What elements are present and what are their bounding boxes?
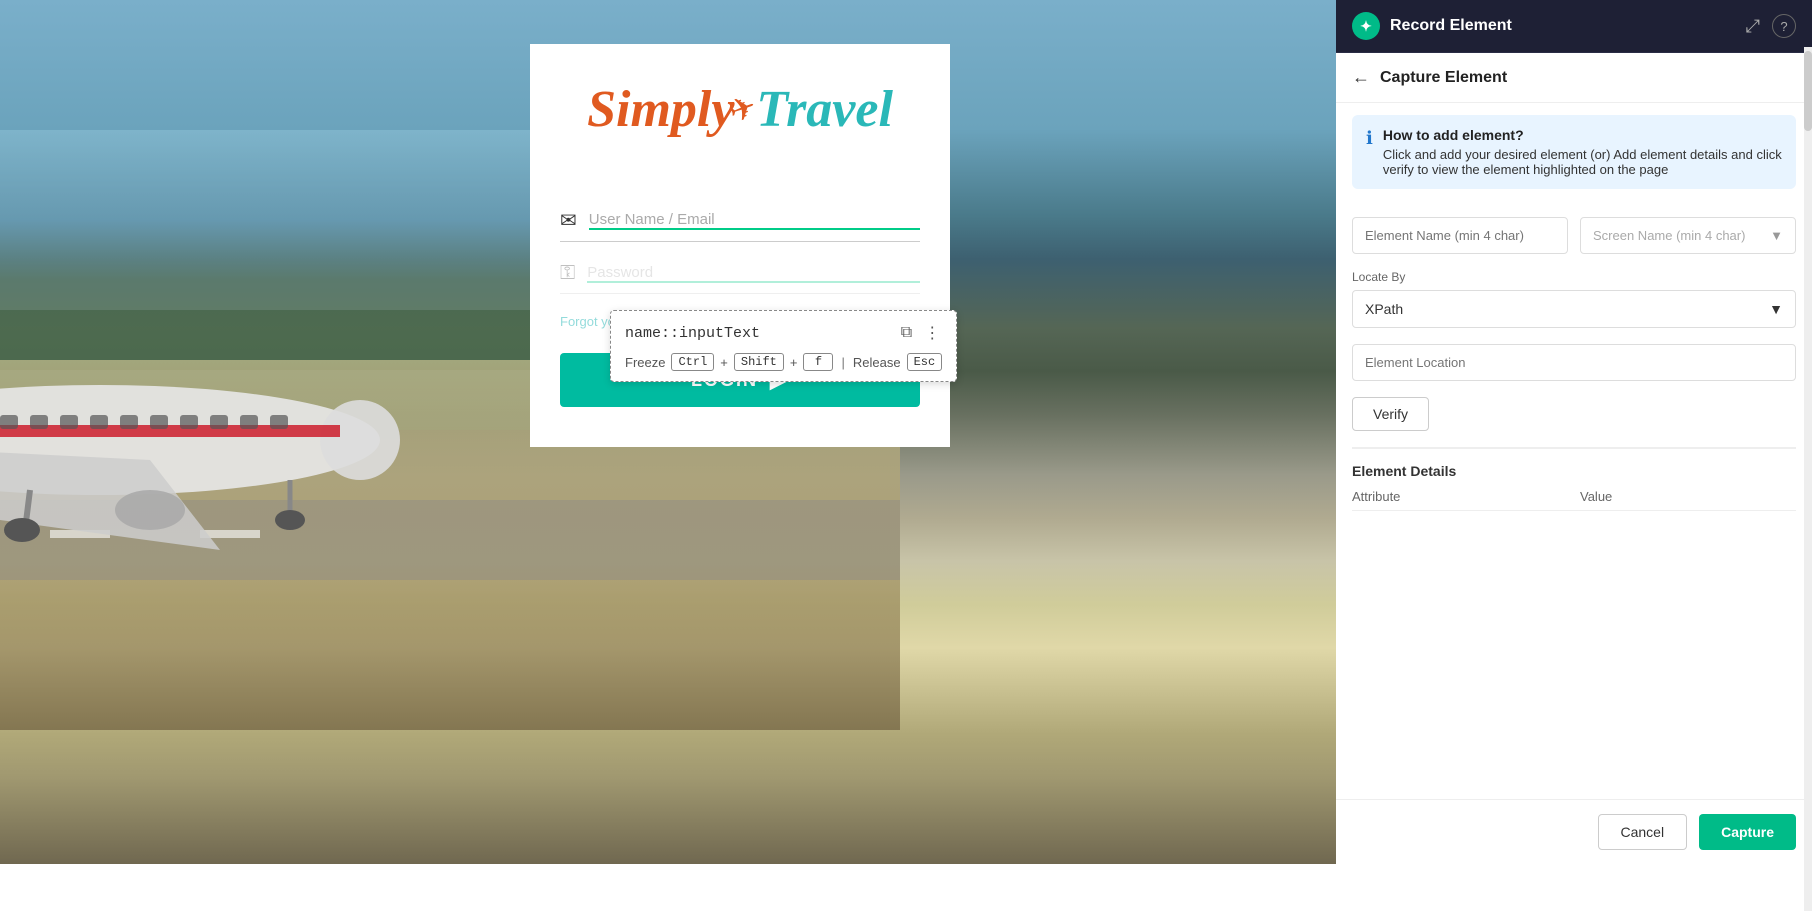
info-title: How to add element?	[1383, 127, 1782, 143]
tooltip-footer: Freeze Ctrl + Shift + f | Release Esc	[625, 353, 942, 371]
freeze-label: Freeze	[625, 355, 665, 370]
info-description: Click and add your desired element (or) …	[1383, 147, 1782, 177]
logo: Simply ✈ Travel	[587, 80, 893, 139]
username-input[interactable]	[589, 211, 920, 230]
shift-key: Shift	[734, 353, 784, 371]
pipe-separator: |	[841, 355, 844, 370]
element-location-section	[1352, 344, 1796, 381]
tooltip-more-button[interactable]: ⋮	[922, 321, 942, 345]
element-location-input[interactable]	[1352, 344, 1796, 381]
locate-by-dropdown[interactable]: XPath ▼	[1352, 290, 1796, 328]
password-input[interactable]	[587, 264, 920, 283]
screen-name-arrow-icon: ▼	[1770, 228, 1783, 243]
panel-header: ✦ Record Element ⤢ ?	[1336, 0, 1812, 53]
panel-header-left: ✦ Record Element	[1352, 12, 1512, 40]
screen-name-placeholder: Screen Name (min 4 char)	[1593, 228, 1745, 243]
scroll-spacer	[1336, 511, 1812, 551]
logo-section: Simply ✈ Travel	[530, 44, 950, 174]
username-row: ✉	[560, 208, 920, 242]
panel-footer: Cancel Capture	[1336, 799, 1812, 864]
panel-logo: ✦	[1352, 12, 1380, 40]
name-row: Screen Name (min 4 char) ▼	[1352, 217, 1796, 254]
right-panel: ✦ Record Element ⤢ ? ← Capture Element ℹ…	[1336, 0, 1812, 864]
esc-key: Esc	[907, 353, 943, 371]
verify-section: Verify	[1352, 397, 1796, 431]
tooltip-element-name: name::inputText	[625, 325, 760, 342]
scrollbar-thumb[interactable]	[1804, 51, 1812, 131]
logo-travel: Travel	[756, 80, 893, 139]
panel-body: ← Capture Element ℹ How to add element? …	[1336, 53, 1812, 799]
form-area: Screen Name (min 4 char) ▼ Locate By XPa…	[1336, 201, 1812, 447]
scrollbar[interactable]	[1804, 47, 1812, 911]
release-label: Release	[853, 355, 901, 370]
section-title: Capture Element	[1380, 69, 1507, 87]
tooltip-popup: name::inputText ⧉ ⋮ Freeze Ctrl + Shift …	[610, 310, 957, 382]
element-details-title: Element Details	[1352, 463, 1796, 479]
screen-name-select[interactable]: Screen Name (min 4 char) ▼	[1580, 217, 1796, 254]
ctrl-key: Ctrl	[671, 353, 714, 371]
plus-1: +	[720, 355, 728, 370]
tooltip-action-icons: ⧉ ⋮	[899, 321, 942, 345]
plus-2: +	[790, 355, 798, 370]
panel-title: Record Element	[1390, 17, 1512, 35]
key-icon: ⚿	[560, 262, 575, 285]
info-icon: ℹ	[1366, 128, 1373, 177]
password-row: ⚿	[560, 262, 920, 294]
element-details-section: Element Details Attribute Value	[1352, 448, 1796, 511]
info-content: How to add element? Click and add your d…	[1383, 127, 1782, 177]
locate-by-value: XPath	[1365, 301, 1403, 317]
attribute-header: Attribute	[1352, 489, 1568, 504]
locate-by-label: Locate By	[1352, 270, 1796, 284]
tooltip-header: name::inputText ⧉ ⋮	[625, 321, 942, 345]
verify-button[interactable]: Verify	[1352, 397, 1429, 431]
details-table-header: Attribute Value	[1352, 489, 1796, 511]
capture-button[interactable]: Capture	[1699, 814, 1796, 850]
locate-by-section: Locate By XPath ▼	[1352, 270, 1796, 328]
back-button[interactable]: ←	[1352, 67, 1370, 88]
help-button[interactable]: ?	[1772, 14, 1796, 38]
tooltip-copy-button[interactable]: ⧉	[899, 321, 914, 345]
element-name-input[interactable]	[1352, 217, 1568, 254]
locate-by-arrow-icon: ▼	[1769, 301, 1783, 317]
info-box: ℹ How to add element? Click and add your…	[1352, 115, 1796, 189]
value-header: Value	[1580, 489, 1796, 504]
logo-simply: Simply	[587, 80, 734, 139]
cancel-button[interactable]: Cancel	[1598, 814, 1688, 850]
collapse-button[interactable]: ⤢	[1746, 16, 1760, 37]
f-key: f	[803, 353, 833, 371]
panel-section-header: ← Capture Element	[1336, 53, 1812, 103]
login-card: Simply ✈ Travel ✉ ⚿ Forgot your password…	[530, 44, 950, 447]
panel-header-right: ⤢ ?	[1746, 14, 1796, 38]
email-icon: ✉	[560, 208, 577, 233]
